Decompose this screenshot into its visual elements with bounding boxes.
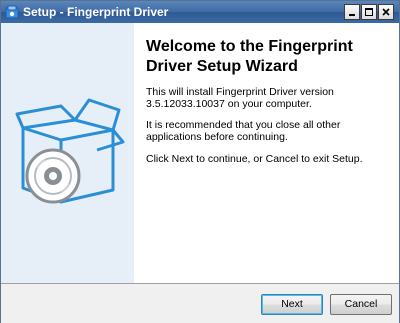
close-apps-text: It is recommended that you close all oth… (146, 119, 341, 143)
wizard-content: Welcome to the Fingerprint Driver Setup … (1, 23, 399, 283)
maximize-button[interactable] (361, 4, 377, 20)
setup-installer-icon (5, 5, 19, 19)
minimize-button[interactable] (344, 4, 360, 20)
welcome-heading: Welcome to the Fingerprint Driver Setup … (146, 38, 353, 75)
minimize-icon (349, 14, 355, 16)
maximize-icon (365, 8, 373, 16)
software-box-disc-icon (15, 98, 125, 218)
setup-window: Setup - Fingerprint Driver Welcome to th… (0, 0, 400, 323)
cancel-button[interactable]: Cancel (330, 294, 392, 315)
title-bar[interactable]: Setup - Fingerprint Driver (1, 1, 399, 23)
close-icon (382, 8, 390, 16)
window-title: Setup - Fingerprint Driver (23, 5, 169, 19)
continue-instructions-text: Click Next to continue, or Cancel to exi… (146, 153, 363, 165)
wizard-footer: Next Cancel (1, 283, 399, 323)
next-button[interactable]: Next (261, 294, 323, 315)
wizard-side-panel (1, 23, 134, 283)
install-info-text: This will install Fingerprint Driver ver… (146, 86, 334, 110)
close-button[interactable] (378, 4, 394, 20)
